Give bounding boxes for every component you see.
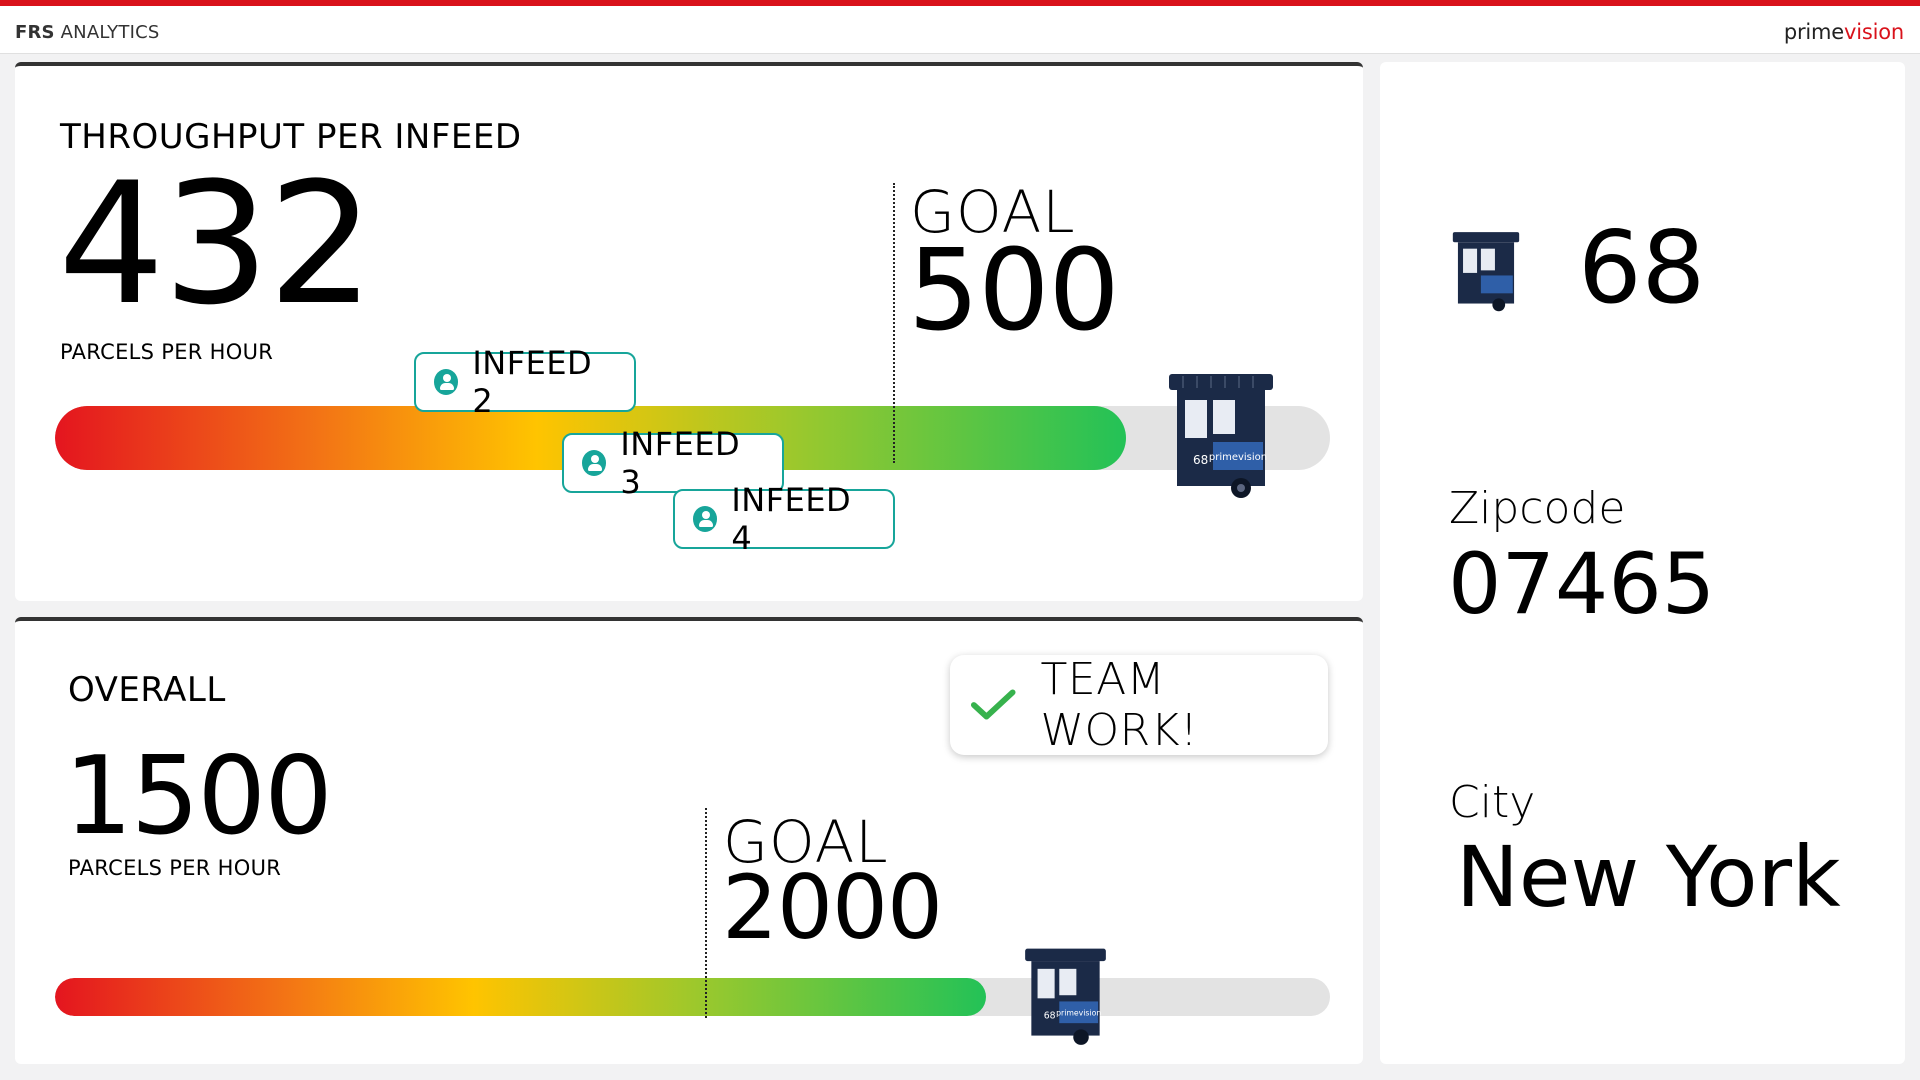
user-icon: [693, 506, 718, 532]
zipcode-label: Zipcode: [1449, 483, 1626, 534]
city-value: New York: [1456, 828, 1841, 926]
throughput-value: 432: [58, 146, 375, 342]
overall-progress-fill: [55, 978, 986, 1016]
robot-number: 68: [1578, 209, 1706, 326]
check-icon: [970, 689, 1016, 720]
zipcode-value: 07465: [1448, 535, 1716, 633]
brand-logo: primevision: [1783, 20, 1904, 44]
user-icon: [434, 369, 459, 395]
user-icon: [582, 450, 607, 476]
overall-value: 1500: [64, 734, 333, 859]
robot-number-text: 68: [1044, 1011, 1056, 1022]
overall-goal-line: [705, 808, 707, 1018]
team-work-badge: TEAM WORK!: [950, 654, 1328, 756]
city-label: City: [1449, 777, 1536, 828]
robot-number-text: 68: [1193, 453, 1208, 467]
infeed-4-chip[interactable]: INFEED 4: [673, 481, 895, 557]
throughput-unit: PARCELS PER HOUR: [60, 340, 274, 364]
overall-goal-value: 2000: [722, 856, 943, 959]
overall-progress-track: [55, 978, 1330, 1016]
overall-unit: PARCELS PER HOUR: [68, 856, 282, 880]
robot-brand-text: primevision: [1056, 1008, 1101, 1017]
robot-brand-text: primevision: [1209, 452, 1267, 463]
throughput-goal-line: [893, 183, 895, 463]
robot-icon: primevision 68: [1169, 374, 1273, 498]
infeed-2-chip[interactable]: INFEED 2: [414, 344, 636, 420]
robot-icon: [1452, 232, 1520, 312]
overall-title: OVERALL: [68, 670, 226, 710]
app-title: FRS ANALYTICS: [15, 22, 160, 43]
throughput-goal-value: 500: [908, 226, 1120, 356]
top-bar: FRS ANALYTICS primevision: [0, 0, 1920, 54]
robot-icon: primevision 68: [1025, 948, 1106, 1045]
